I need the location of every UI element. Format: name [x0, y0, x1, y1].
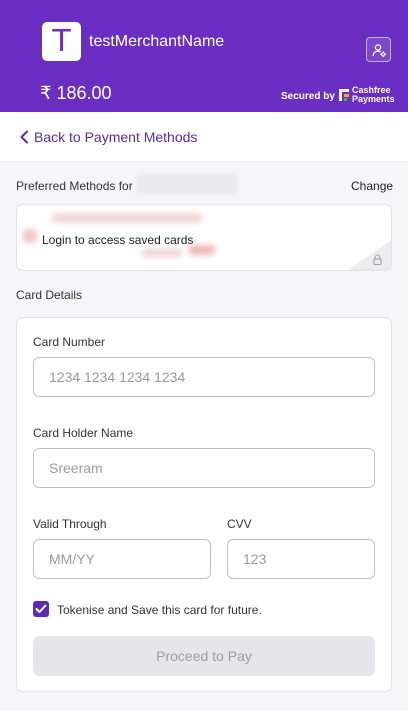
- blurred-card-line: [52, 213, 202, 223]
- blurred-card-line: [142, 249, 182, 257]
- user-settings-button[interactable]: [366, 37, 391, 62]
- tokenise-label: Tokenise and Save this card for future.: [57, 603, 262, 617]
- back-to-payment-methods-link[interactable]: Back to Payment Methods: [18, 129, 197, 145]
- tokenise-checkbox[interactable]: [33, 601, 49, 617]
- chevron-left-icon: [20, 130, 28, 144]
- lock-icon: [373, 254, 382, 265]
- saved-cards-panel[interactable]: Login to access saved cards: [16, 204, 392, 271]
- merchant-logo: T: [42, 22, 81, 61]
- expiry-input[interactable]: [33, 539, 211, 579]
- checkout-header: T testMerchantName ₹ 186.00 Secured by C…: [0, 0, 408, 112]
- brand-line2: Payments: [352, 94, 395, 104]
- panel-corner: [349, 240, 391, 270]
- preferred-methods-label: Preferred Methods for: [16, 179, 133, 193]
- payment-amount: ₹ 186.00: [40, 83, 112, 103]
- proceed-to-pay-button[interactable]: Proceed to Pay: [33, 636, 375, 676]
- merchant-name: testMerchantName: [89, 33, 225, 50]
- cashfree-logo-icon: [339, 89, 349, 101]
- card-holder-name-input[interactable]: [33, 448, 375, 488]
- card-number-label: Card Number: [33, 335, 106, 349]
- valid-through-label: Valid Through: [33, 517, 107, 531]
- card-details-form: Card Number Card Holder Name Valid Throu…: [16, 317, 392, 692]
- card-holder-name-label: Card Holder Name: [33, 426, 134, 440]
- user-settings-icon: [372, 44, 387, 58]
- card-details-heading: Card Details: [16, 288, 83, 302]
- login-saved-cards-text: Login to access saved cards: [42, 233, 194, 247]
- back-link-label: Back to Payment Methods: [34, 129, 198, 145]
- change-button[interactable]: Change: [351, 179, 393, 193]
- masked-phone: [137, 174, 237, 194]
- cashfree-brand: Cashfree Payments: [352, 86, 395, 104]
- blurred-card-icon: [23, 229, 37, 243]
- back-bar: Back to Payment Methods: [0, 112, 408, 162]
- card-number-input[interactable]: [33, 357, 375, 397]
- cvv-input[interactable]: [227, 539, 375, 579]
- cvv-label: CVV: [227, 517, 252, 531]
- secured-by-label: Secured by: [281, 91, 335, 102]
- checkmark-icon: [35, 604, 47, 613]
